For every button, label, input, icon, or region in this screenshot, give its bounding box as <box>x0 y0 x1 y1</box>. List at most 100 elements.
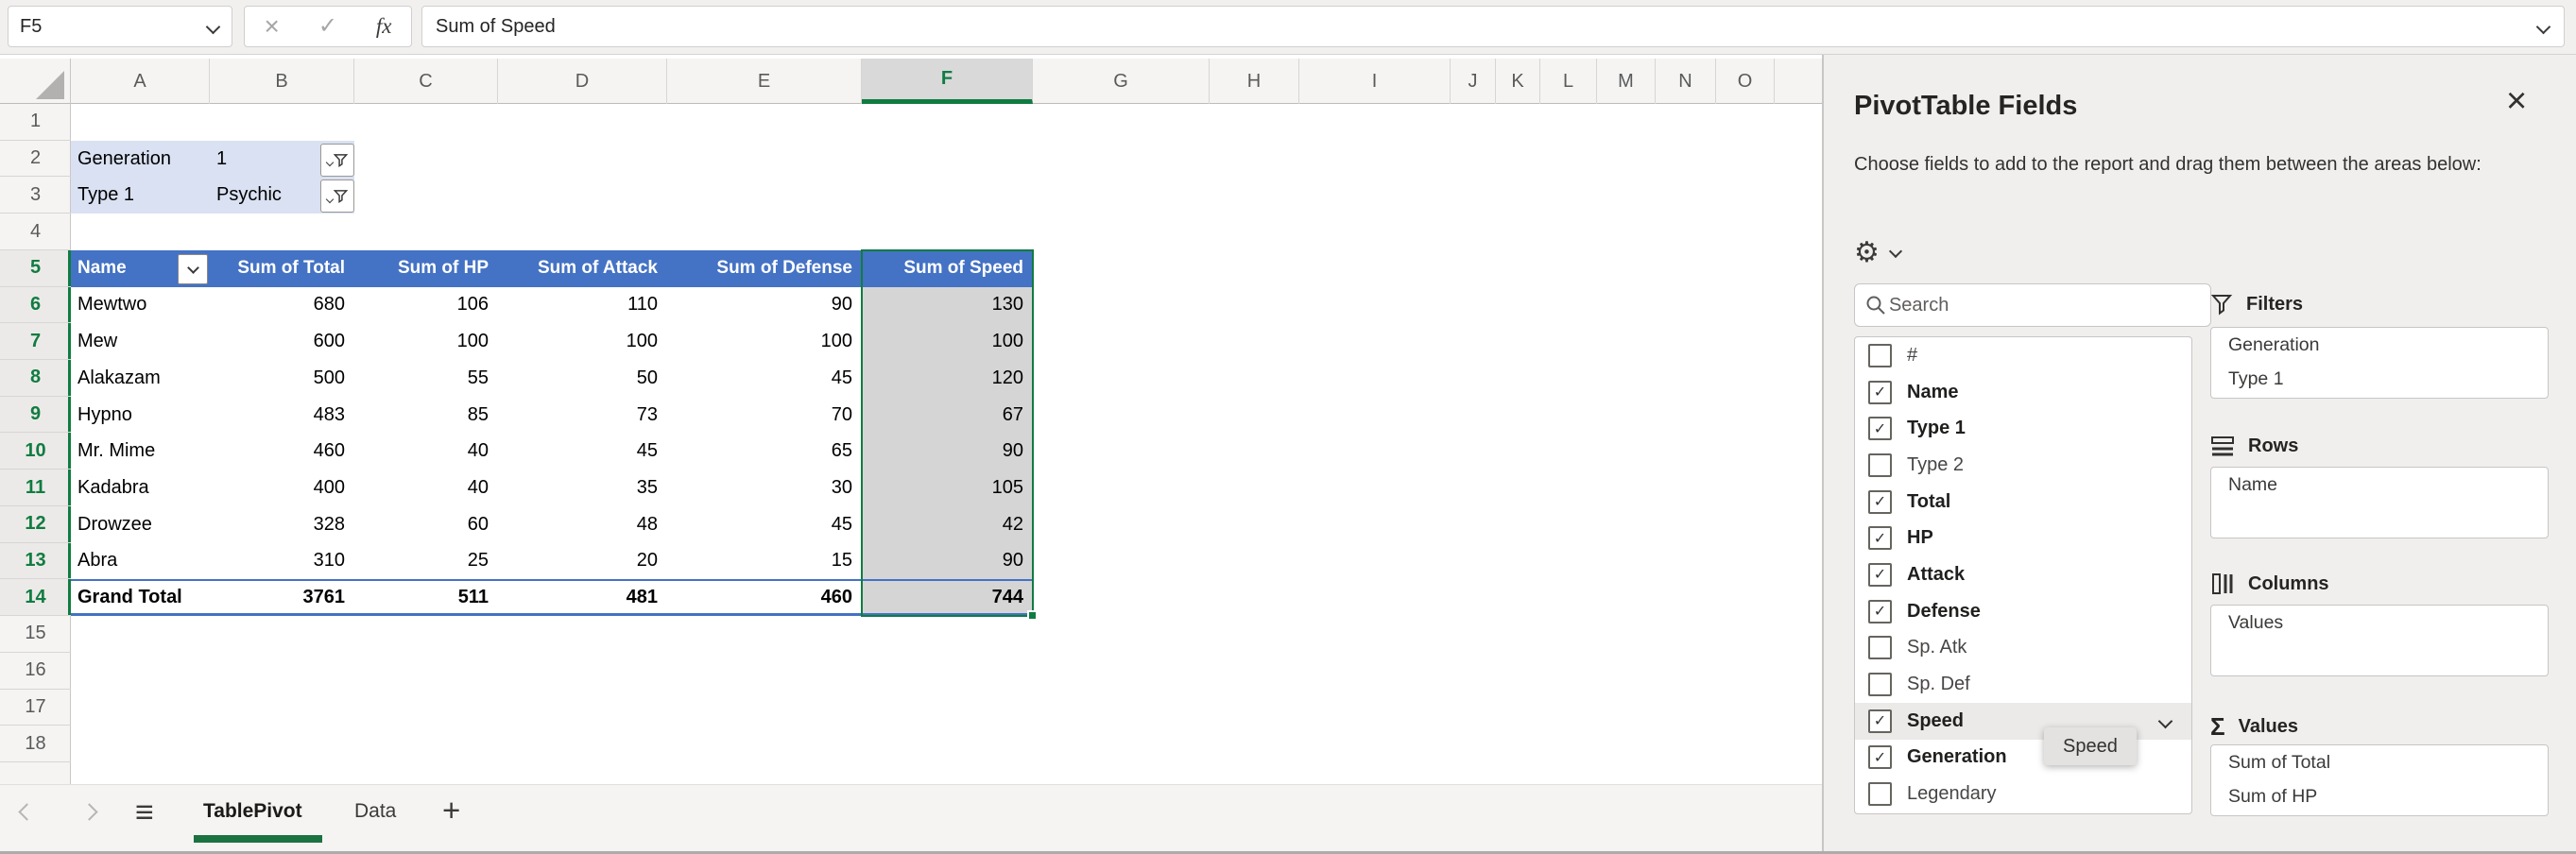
field-item-type-1[interactable]: ✓Type 1 <box>1855 410 2191 447</box>
rows-area-box[interactable]: Name <box>2210 467 2549 538</box>
field-item-defense[interactable]: ✓Defense <box>1855 593 2191 630</box>
column-header-c[interactable]: C <box>354 59 498 104</box>
column-header-b[interactable]: B <box>210 59 354 104</box>
pivot-data-cell[interactable]: 130 <box>862 287 1033 324</box>
row-header-7[interactable]: 7 <box>0 323 71 360</box>
column-header-i[interactable]: I <box>1299 59 1451 104</box>
checkbox-unchecked[interactable] <box>1868 453 1892 477</box>
field-item-legendary[interactable]: Legendary <box>1855 776 2191 812</box>
pivot-data-cell[interactable]: 45 <box>667 360 862 397</box>
pivot-data-cell[interactable]: 40 <box>354 433 498 470</box>
pivot-grand-total-cell[interactable]: 3761 <box>210 579 354 616</box>
search-input[interactable] <box>1887 294 2201 317</box>
field-item-sp-atk[interactable]: Sp. Atk <box>1855 630 2191 667</box>
pivot-data-cell[interactable]: Abra <box>71 543 210 580</box>
row-header-5[interactable]: 5 <box>0 250 71 287</box>
values-area-box[interactable]: Sum of TotalSum of HP <box>2210 744 2549 816</box>
row-header-15[interactable]: 15 <box>0 616 71 653</box>
area-item-values[interactable]: Values <box>2211 606 2548 640</box>
name-filter-dropdown-button[interactable] <box>178 254 208 284</box>
area-item-type-1[interactable]: Type 1 <box>2211 362 2548 396</box>
column-header-d[interactable]: D <box>498 59 667 104</box>
pivot-data-cell[interactable]: Mew <box>71 323 210 360</box>
row-header-1[interactable]: 1 <box>0 104 71 141</box>
pivot-data-cell[interactable]: 65 <box>667 433 862 470</box>
checkbox-checked[interactable]: ✓ <box>1868 526 1892 550</box>
column-header-k[interactable]: K <box>1496 59 1540 104</box>
area-item-name[interactable]: Name <box>2211 468 2548 502</box>
pivot-data-cell[interactable]: Mr. Mime <box>71 433 210 470</box>
field-item--[interactable]: # <box>1855 337 2191 374</box>
checkbox-unchecked[interactable] <box>1868 344 1892 367</box>
pivot-data-cell[interactable]: 400 <box>210 470 354 506</box>
pivot-data-cell[interactable]: Hypno <box>71 397 210 434</box>
field-item-speed[interactable]: ✓Speed <box>1855 703 2191 740</box>
row-header-10[interactable]: 10 <box>0 433 71 470</box>
row-header-9[interactable]: 9 <box>0 397 71 434</box>
column-header-j[interactable]: J <box>1451 59 1496 104</box>
field-item-name[interactable]: ✓Name <box>1855 374 2191 411</box>
add-sheet-button[interactable]: + <box>442 793 460 828</box>
pivot-data-cell[interactable]: 600 <box>210 323 354 360</box>
area-item-sum-of-total[interactable]: Sum of Total <box>2211 745 2548 779</box>
pivot-data-cell[interactable]: 500 <box>210 360 354 397</box>
checkbox-checked[interactable]: ✓ <box>1868 600 1892 623</box>
pivot-grand-total-cell[interactable]: 460 <box>667 579 862 616</box>
pivot-data-cell[interactable]: 85 <box>354 397 498 434</box>
checkbox-checked[interactable]: ✓ <box>1868 563 1892 587</box>
gear-chevron-icon[interactable] <box>1889 244 1902 257</box>
pivot-data-cell[interactable]: 460 <box>210 433 354 470</box>
columns-area-box[interactable]: Values <box>2210 605 2549 676</box>
pivot-data-cell[interactable]: 20 <box>498 543 667 580</box>
row-header-2[interactable]: 2 <box>0 141 71 178</box>
pivot-data-cell[interactable]: 67 <box>862 397 1033 434</box>
field-search[interactable] <box>1854 283 2211 327</box>
pivot-data-cell[interactable]: 100 <box>498 323 667 360</box>
checkbox-checked[interactable]: ✓ <box>1868 745 1892 769</box>
filters-area-box[interactable]: GenerationType 1 <box>2210 327 2549 399</box>
row-header-11[interactable]: 11 <box>0 470 71 506</box>
pivot-data-cell[interactable]: 25 <box>354 543 498 580</box>
tab-tablepivot[interactable]: TablePivot <box>203 800 302 823</box>
pivot-grand-total-cell[interactable]: 511 <box>354 579 498 616</box>
tab-data[interactable]: Data <box>354 800 396 823</box>
field-item-sp-def[interactable]: Sp. Def <box>1855 666 2191 703</box>
row-header-18[interactable]: 18 <box>0 726 71 762</box>
row-header-4[interactable]: 4 <box>0 214 71 250</box>
column-header-h[interactable]: H <box>1210 59 1299 104</box>
select-all-button[interactable] <box>0 59 71 104</box>
column-header-a[interactable]: A <box>71 59 210 104</box>
row-header-6[interactable]: 6 <box>0 287 71 324</box>
pivot-data-cell[interactable]: 60 <box>354 506 498 543</box>
pivot-data-cell[interactable]: 15 <box>667 543 862 580</box>
area-item-generation[interactable]: Generation <box>2211 328 2548 362</box>
sheet-nav-prev-button[interactable] <box>21 806 33 823</box>
pivot-data-cell[interactable]: 48 <box>498 506 667 543</box>
pivot-data-cell[interactable]: 35 <box>498 470 667 506</box>
sheet-list-menu-icon[interactable]: ≡ <box>135 794 154 831</box>
pivot-data-cell[interactable]: 90 <box>862 543 1033 580</box>
pivot-data-cell[interactable]: 680 <box>210 287 354 324</box>
pivot-data-cell[interactable]: Kadabra <box>71 470 210 506</box>
pivot-data-cell[interactable]: 73 <box>498 397 667 434</box>
pivot-data-cell[interactable]: 70 <box>667 397 862 434</box>
column-header-o[interactable]: O <box>1716 59 1775 104</box>
column-header-m[interactable]: M <box>1597 59 1656 104</box>
pivot-data-cell[interactable]: 45 <box>667 506 862 543</box>
column-header-e[interactable]: E <box>667 59 862 104</box>
pivot-data-cell[interactable]: 30 <box>667 470 862 506</box>
checkbox-checked[interactable]: ✓ <box>1868 490 1892 514</box>
row-header-13[interactable]: 13 <box>0 543 71 580</box>
pivot-data-cell[interactable]: 42 <box>862 506 1033 543</box>
field-item-hp[interactable]: ✓HP <box>1855 520 2191 556</box>
filter-dropdown-button[interactable] <box>320 144 354 177</box>
pivot-data-cell[interactable]: 45 <box>498 433 667 470</box>
field-chevron-icon[interactable] <box>2158 713 2173 728</box>
pivot-data-cell[interactable]: Mewtwo <box>71 287 210 324</box>
area-item-sum-of-hp[interactable]: Sum of HP <box>2211 779 2548 813</box>
row-header-16[interactable]: 16 <box>0 653 71 690</box>
row-header-14[interactable]: 14 <box>0 579 71 616</box>
selection-fill-handle[interactable] <box>1027 610 1038 621</box>
pivot-data-cell[interactable]: 50 <box>498 360 667 397</box>
enter-icon[interactable]: ✓ <box>318 15 337 38</box>
